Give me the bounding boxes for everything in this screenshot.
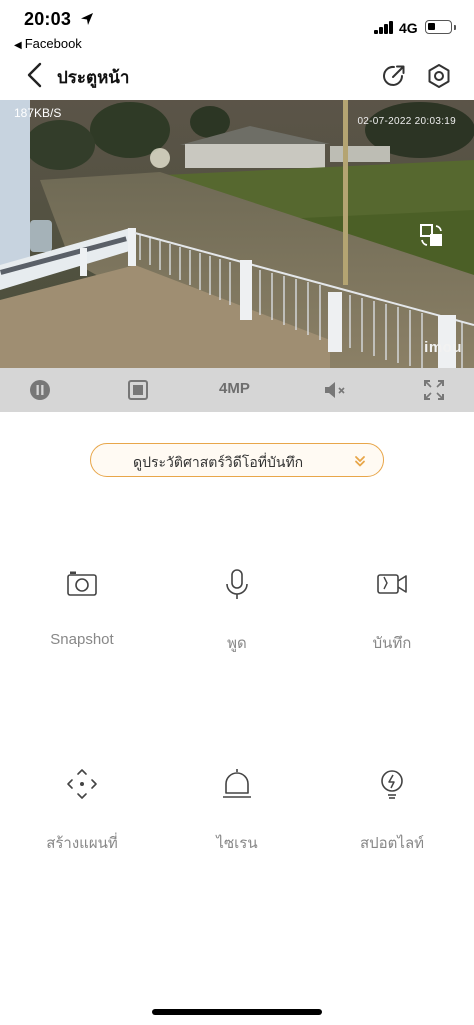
ptz-move-icon [67, 769, 97, 799]
page-title: ประตูหน้า [57, 68, 130, 87]
view-history-label: ดูประวัติศาสตร์วิดีโอที่บันทึก [133, 454, 304, 470]
camera-icon [67, 571, 97, 596]
video-record-icon [377, 574, 407, 594]
location-arrow-icon [81, 13, 93, 25]
cellular-signal-icon [374, 21, 394, 34]
status-time: 20:03 [24, 9, 72, 29]
rotate-view-icon[interactable] [419, 223, 445, 249]
nav-bar: ประตูหน้า [0, 56, 474, 96]
stop-icon[interactable] [126, 378, 150, 402]
talk-label: พูด [227, 635, 247, 652]
live-video-view[interactable]: 187KB/S 02-07-2022 20:03:19 imou [0, 100, 474, 368]
video-timestamp: 02-07-2022 20:03:19 [357, 116, 456, 127]
talk-button[interactable]: พูด [158, 568, 316, 678]
record-button[interactable]: บันทึก [313, 568, 471, 678]
pause-icon[interactable] [28, 378, 52, 402]
siren-button[interactable]: ไซเรน [158, 768, 316, 878]
share-icon[interactable] [380, 62, 408, 90]
mute-speaker-icon[interactable] [323, 378, 347, 402]
back-chevron-icon[interactable] [22, 60, 48, 90]
brand-watermark: imou [424, 339, 462, 356]
record-label: บันทึก [372, 635, 412, 652]
back-app-label: Facebook [24, 36, 82, 51]
fullscreen-icon[interactable] [422, 378, 446, 402]
create-map-label: สร้างแผนที่ [46, 835, 118, 852]
playback-control-bar: 4MP [0, 368, 474, 412]
camera-scene [0, 100, 474, 368]
siren-label: ไซเรน [216, 835, 258, 852]
view-history-button[interactable]: ดูประวัติศาสตร์วิดีโอที่บันทึก [90, 443, 384, 477]
snapshot-button[interactable]: Snapshot [3, 568, 161, 678]
back-triangle-icon: ◀ [14, 40, 22, 51]
status-bar: 20:03 ◀ Facebook 4G [0, 0, 474, 51]
network-type: 4G [399, 20, 418, 36]
snapshot-label: Snapshot [50, 631, 114, 648]
siren-icon [223, 769, 251, 798]
home-indicator[interactable] [152, 1009, 322, 1015]
bitrate-readout: 187KB/S [14, 106, 62, 120]
settings-icon[interactable] [425, 62, 453, 90]
spotlight-button[interactable]: สปอตไลท์ [313, 768, 471, 878]
create-map-button[interactable]: สร้างแผนที่ [3, 768, 161, 878]
back-to-app-link[interactable]: ◀ Facebook [14, 36, 82, 51]
battery-icon [425, 20, 456, 34]
double-chevron-down-icon [355, 456, 365, 467]
spotlight-icon [381, 770, 403, 799]
spotlight-label: สปอตไลท์ [359, 835, 425, 852]
microphone-icon [226, 569, 248, 599]
quality-selector[interactable]: 4MP [219, 380, 250, 397]
